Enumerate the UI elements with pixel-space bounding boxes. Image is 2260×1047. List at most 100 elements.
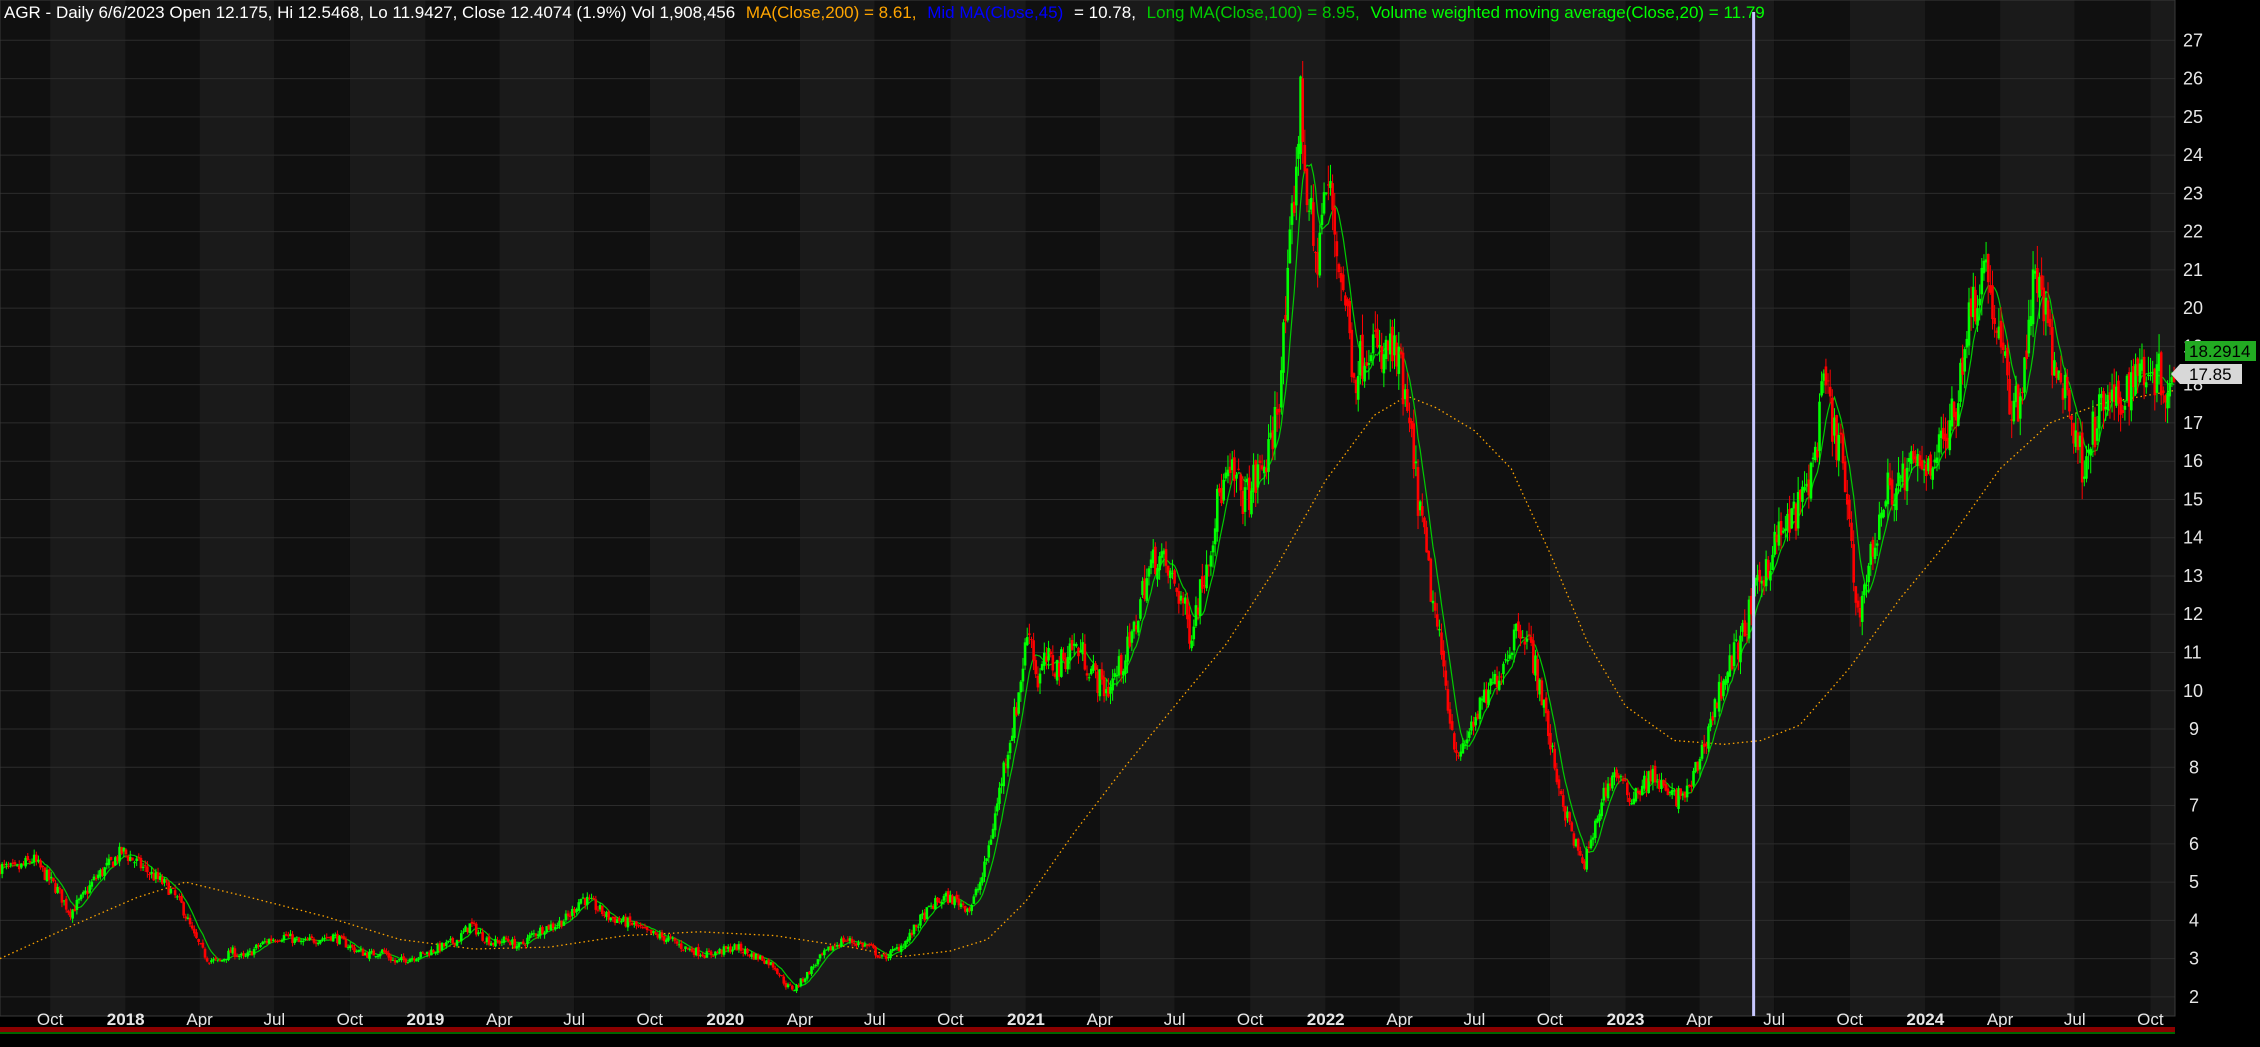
candle-body: [2149, 374, 2152, 377]
candle-body: [1085, 673, 1089, 676]
candle-body: [1500, 676, 1503, 678]
candle-body: [2070, 415, 2073, 420]
candle-body: [1021, 668, 1025, 682]
candle-body: [246, 952, 250, 957]
y-tick-label: 7: [2189, 796, 2199, 816]
last-price-tag-text: 18.2914: [2189, 342, 2250, 361]
candle-body: [182, 902, 185, 916]
candle-body: [1350, 329, 1354, 378]
candle-body: [1136, 620, 1140, 633]
candle-body: [1666, 788, 1670, 796]
candle-body: [1561, 795, 1565, 807]
candle-body: [1685, 785, 1689, 798]
candle-body: [207, 962, 211, 964]
candle-body: [171, 888, 175, 890]
candle-body: [543, 932, 546, 935]
x-tick-label: 2020: [706, 1010, 744, 1029]
candle-body: [788, 984, 792, 986]
x-tick-label: Apr: [1386, 1010, 1413, 1029]
time-band: [874, 0, 951, 1016]
time-band: [2000, 0, 2075, 1016]
candle-body: [1030, 639, 1033, 641]
candle-body: [761, 955, 764, 961]
candle-body: [1280, 370, 1283, 408]
price-chart[interactable]: 2345678910111213141516171819202122232425…: [0, 0, 2260, 1047]
candle-body: [731, 949, 734, 952]
candle-body: [1028, 633, 1031, 636]
candle-body: [1038, 673, 1042, 684]
time-band: [2150, 0, 2175, 1016]
candle-body: [1145, 578, 1149, 601]
candle-body: [468, 923, 472, 934]
time-band: [1099, 0, 1175, 1016]
candle-body: [319, 940, 322, 944]
candle-body: [852, 943, 856, 945]
candle-body: [955, 894, 959, 900]
candle-body: [780, 975, 783, 977]
candle-body: [1559, 791, 1563, 795]
x-tick-label: Apr: [787, 1010, 814, 1029]
candle-body: [1568, 812, 1571, 822]
candle-body: [1863, 584, 1866, 596]
time-band: [2074, 0, 2151, 1016]
candle-body: [526, 937, 529, 945]
candle-body: [124, 849, 128, 855]
candle-body: [1446, 689, 1450, 711]
candle-body: [1707, 726, 1710, 749]
candle-body: [1102, 677, 1106, 697]
candle-body: [1570, 822, 1574, 832]
candle-body: [1856, 600, 1860, 608]
candle-body: [197, 939, 200, 942]
candle-body: [1094, 663, 1097, 671]
candle-body: [2159, 352, 2163, 396]
candle-body: [902, 946, 905, 948]
candle-body: [1982, 260, 1986, 274]
candle-body: [1087, 677, 1091, 679]
candle-body: [893, 948, 897, 950]
candle-body: [1769, 570, 1772, 581]
candle-body: [850, 939, 854, 943]
candle-body: [1414, 461, 1418, 464]
candle-body: [1211, 545, 1215, 553]
candle-body: [133, 862, 136, 864]
candle-body: [2144, 382, 2148, 388]
candle-body: [1235, 474, 1238, 479]
x-tick-label: Jul: [864, 1010, 886, 1029]
time-band: [1399, 0, 1475, 1016]
candle-body: [1600, 802, 1603, 817]
x-tick-label: Oct: [337, 1010, 364, 1029]
header-vwma: Volume weighted moving average(Close,20)…: [1371, 3, 1765, 22]
candle-body: [447, 940, 450, 943]
candle-body: [1192, 626, 1196, 640]
y-tick-label: 13: [2183, 566, 2203, 586]
x-tick-label: Apr: [1087, 1010, 1114, 1029]
candle-body: [1803, 487, 1806, 491]
candle-body: [1527, 634, 1531, 636]
candle-body: [205, 958, 209, 962]
candle-body: [2142, 356, 2146, 386]
candle-body: [1692, 770, 1695, 786]
candle-body: [790, 985, 794, 990]
candle-body: [1237, 468, 1240, 470]
candle-body: [1976, 308, 1979, 326]
candle-body: [1335, 241, 1339, 257]
time-band: [274, 0, 350, 1016]
y-tick-label: 20: [2183, 298, 2203, 318]
candle-body: [1376, 328, 1379, 348]
candle-body: [1139, 599, 1142, 619]
candle-body: [528, 935, 531, 939]
candle-body: [1239, 474, 1243, 491]
candle-body: [1698, 759, 1702, 770]
candle-body: [293, 938, 297, 943]
candle-body: [1852, 544, 1855, 583]
candle-body: [592, 898, 595, 900]
candle-body: [1369, 355, 1373, 362]
candle-body: [143, 865, 147, 867]
candle-body: [1173, 570, 1176, 584]
candle-body: [686, 947, 689, 949]
candle-body: [669, 936, 672, 938]
candle-body: [237, 955, 241, 957]
candle-body: [2121, 409, 2125, 414]
candle-body: [1963, 349, 1967, 372]
candle-body: [280, 940, 284, 942]
